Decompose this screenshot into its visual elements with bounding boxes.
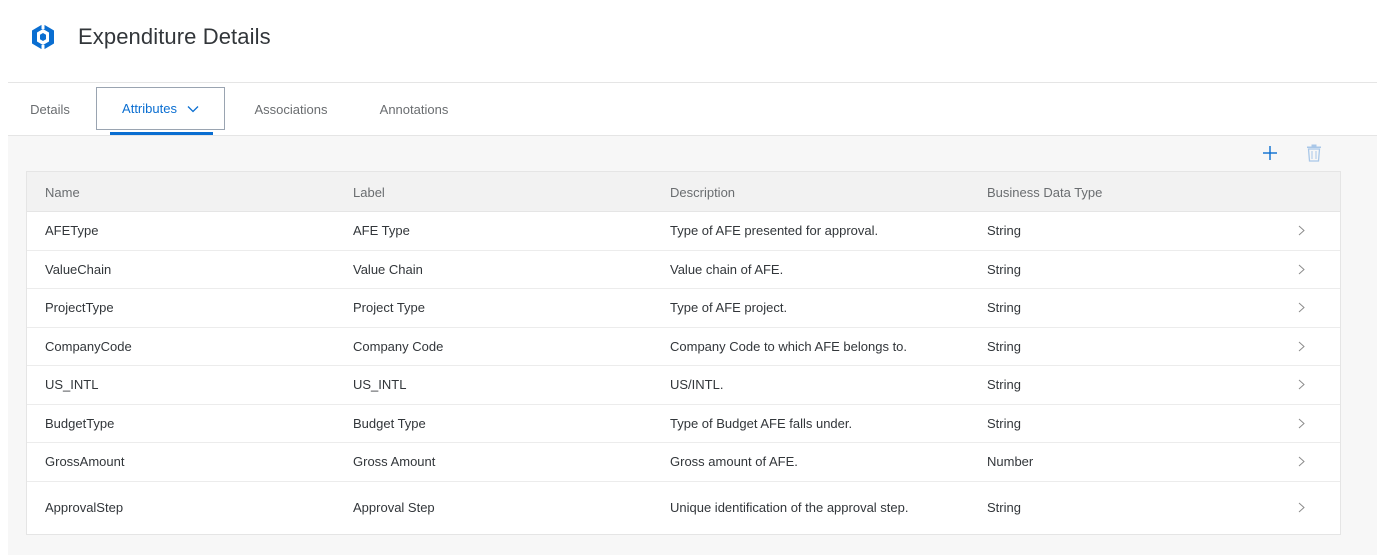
cell-business-data-type: String [987,261,1021,277]
cell-name: ValueChain [45,261,112,277]
attributes-table: Name Label Description Business Data Typ… [26,171,1341,535]
chevron-right-icon[interactable] [1291,482,1311,534]
cell-description: Value chain of AFE. [670,251,970,289]
table-row[interactable]: ProjectType Project Type Type of AFE pro… [27,289,1340,328]
cell-description: Type of AFE project. [670,289,970,327]
add-attribute-button[interactable] [1257,142,1283,168]
cell-business-data-type: String [987,300,1021,316]
table-row[interactable]: BudgetType Budget Type Type of Budget AF… [27,404,1340,443]
tab-bar: Details Attributes Associations Annotati… [0,83,1377,135]
cell-description: Gross amount of AFE. [670,443,970,481]
cell-business-data-type: String [987,415,1021,431]
chevron-down-icon[interactable] [187,105,199,113]
cell-label: AFE Type [353,223,410,239]
cell-label: Value Chain [353,261,423,277]
trash-icon [1306,144,1322,167]
chevron-right-icon[interactable] [1291,328,1311,366]
cell-description: Company Code to which AFE belongs to. [670,328,970,366]
cell-name: GrossAmount [45,454,125,470]
description-text: Type of Budget AFE falls under. [670,415,853,431]
chevron-right-icon[interactable] [1291,289,1311,327]
column-header-business-data-type[interactable]: Business Data Type [987,172,1187,212]
cell-label: Project Type [353,300,426,316]
description-text: Gross amount of AFE. [670,454,798,470]
cell-business-data-type: String [987,223,1021,239]
cell-label: Gross Amount [353,454,436,470]
cell-business-data-type: String [987,500,1021,515]
column-header-description[interactable]: Description [670,172,970,212]
chevron-right-icon[interactable] [1291,366,1311,404]
tab-details[interactable]: Details [10,83,90,135]
cell-name: AFEType [45,223,99,239]
tab-label: Annotations [379,101,449,117]
tab-label: Associations [254,101,328,117]
table-row[interactable]: US_INTL US_INTL US/INTL. String [27,366,1340,405]
table-row[interactable]: CompanyCode Company Code Company Code to… [27,327,1340,366]
chevron-right-icon[interactable] [1291,405,1311,443]
tab-attributes[interactable]: Attributes [96,87,225,130]
column-header-name[interactable]: Name [45,172,345,212]
cell-description: Unique identification of the approval st… [670,482,970,534]
cell-name: ProjectType [45,300,114,316]
chevron-right-icon[interactable] [1291,212,1311,250]
tab-associations[interactable]: Associations [232,83,350,135]
delete-attribute-button[interactable] [1301,142,1327,168]
cell-name: US_INTL [45,377,99,393]
cell-description: US/INTL. [670,366,970,404]
description-text: Company Code to which AFE belongs to. [670,338,908,354]
cell-label: Company Code [353,338,444,354]
tab-label: Attributes [122,101,177,116]
table-row[interactable]: AFEType AFE Type Type of AFE presented f… [27,212,1340,251]
attributes-panel: Name Label Description Business Data Typ… [8,136,1377,555]
chevron-right-icon[interactable] [1291,443,1311,481]
description-text: Value chain of AFE. [670,261,784,277]
description-text: Type of AFE presented for approval. [670,223,879,239]
cell-label: Approval Step [353,500,435,515]
page-title: Expenditure Details [78,24,271,49]
cell-business-data-type: String [987,377,1021,393]
cell-name: BudgetType [45,415,115,431]
tab-annotations[interactable]: Annotations [356,83,472,135]
tab-label: Details [30,101,70,117]
cell-business-data-type: Number [987,454,1034,470]
chevron-right-icon[interactable] [1291,251,1311,289]
cell-name: CompanyCode [45,338,132,354]
page-header: Expenditure Details [0,0,1377,82]
cell-label: Budget Type [353,415,426,431]
column-header-label[interactable]: Label [353,172,653,212]
plus-icon [1262,145,1278,166]
data-model-icon [28,22,58,52]
table-header: Name Label Description Business Data Typ… [27,172,1340,212]
cell-name: ApprovalStep [45,500,124,515]
table-row[interactable]: GrossAmount Gross Amount Gross amount of… [27,443,1340,482]
cell-description: Type of AFE presented for approval. [670,212,970,250]
table-row[interactable]: ApprovalStep Approval Step Unique identi… [27,481,1340,534]
description-text: Type of AFE project. [670,300,788,316]
cell-label: US_INTL [353,377,407,393]
description-text: Unique identification of the approval st… [670,500,909,515]
table-row[interactable]: ValueChain Value Chain Value chain of AF… [27,250,1340,289]
description-text: US/INTL. [670,377,724,393]
cell-description: Type of Budget AFE falls under. [670,405,970,443]
cell-business-data-type: String [987,338,1021,354]
